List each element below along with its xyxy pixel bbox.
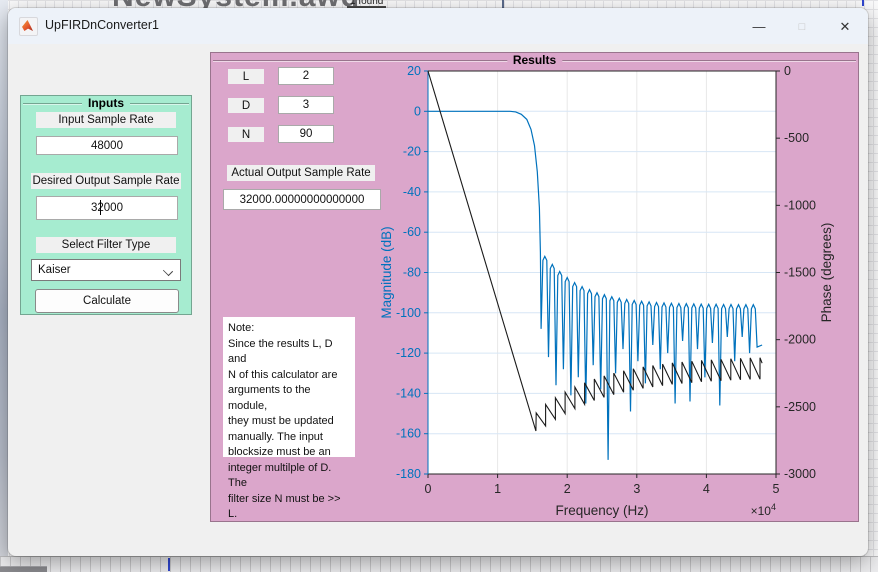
background-ruler-corner (0, 566, 47, 572)
desired-output-rate-field[interactable]: 32000 (36, 196, 178, 220)
x-tick-label: 5 (773, 482, 780, 496)
x-tick-label: 3 (633, 482, 640, 496)
input-sample-rate-field[interactable]: 48000 (36, 136, 178, 155)
right-tick-label: -2000 (784, 333, 816, 347)
matlab-icon (19, 17, 38, 36)
desired-output-rate-label: Desired Output Sample Rate (31, 173, 181, 189)
right-tick-label: 0 (784, 64, 791, 78)
x-axis-multiplier: ×104 (751, 502, 776, 518)
right-tick-label: -3000 (784, 467, 816, 481)
L-value-field[interactable]: 2 (278, 67, 334, 85)
left-tick-label: 20 (407, 64, 421, 78)
background-ruler (0, 556, 878, 572)
background-ruler-cursor-tick (168, 558, 170, 571)
filter-type-label: Select Filter Type (36, 237, 176, 253)
search-result-count: 1 found (347, 0, 386, 8)
filter-type-value: Kaiser (38, 264, 71, 276)
N-label: N (228, 127, 264, 142)
desired-output-rate-value: 32000 (91, 202, 123, 214)
inputs-panel-title: Inputs (82, 96, 130, 111)
chevron-down-icon (163, 266, 173, 276)
actual-output-rate-field[interactable]: 32000.00000000000000 (223, 189, 381, 210)
left-tick-label: -180 (396, 467, 421, 481)
titlebar[interactable]: UpFIRDnConverter1 — □ ✕ (8, 8, 868, 44)
L-label: L (228, 69, 264, 84)
left-tick-label: -100 (396, 306, 421, 320)
filter-type-dropdown[interactable]: Kaiser (31, 259, 181, 281)
left-tick-label: -80 (403, 266, 421, 280)
left-tick-label: -60 (403, 225, 421, 239)
right-tick-label: -1500 (784, 266, 816, 280)
window-title: UpFIRDnConverter1 (45, 18, 159, 32)
D-label: D (228, 98, 264, 113)
note-text: Note: Since the results L, D and N of th… (223, 317, 355, 457)
x-tick-label: 1 (494, 482, 501, 496)
left-tick-label: -160 (396, 427, 421, 441)
right-tick-label: -500 (784, 131, 809, 145)
background-window-edge (0, 0, 8, 571)
results-plot: 0 1 2 3 4 5 20 0 -20 -40 -60 -80 -100 -120 -140 -160 -18… (361, 57, 858, 519)
actual-output-rate-label: Actual Output Sample Rate (227, 165, 375, 181)
minimize-button[interactable]: — (746, 17, 772, 37)
text-caret (100, 200, 101, 215)
left-tick-label: -20 (403, 145, 421, 159)
left-tick-label: -120 (396, 346, 421, 360)
x-tick-label: 4 (703, 482, 710, 496)
x-axis-label: Frequency (Hz) (555, 503, 648, 518)
upfirdn-converter-window: UpFIRDnConverter1 — □ ✕ Inputs Input Sam… (8, 8, 868, 556)
left-tick-label: -140 (396, 386, 421, 400)
D-value-field[interactable]: 3 (278, 96, 334, 114)
results-panel: Results L 2 D 3 N 90 Actual Output Sampl… (210, 52, 859, 522)
right-axis-label: Phase (degrees) (819, 223, 834, 323)
calculate-button[interactable]: Calculate (35, 289, 179, 313)
input-sample-rate-label: Input Sample Rate (36, 112, 176, 128)
N-value-field[interactable]: 90 (278, 125, 334, 143)
left-tick-label: -40 (403, 185, 421, 199)
right-tick-label: -2500 (784, 400, 816, 414)
x-tick-label: 0 (425, 482, 432, 496)
maximize-button: □ (789, 17, 815, 37)
left-tick-label: 0 (414, 104, 421, 118)
left-axis-label: Magnitude (dB) (379, 226, 394, 318)
x-tick-label: 2 (564, 482, 571, 496)
results-panel-title: Results (507, 53, 562, 68)
background-blue-marker (862, 0, 864, 6)
close-button[interactable]: ✕ (832, 17, 858, 37)
inputs-panel: Inputs Input Sample Rate 48000 Desired O… (20, 95, 192, 315)
right-tick-label: -1000 (784, 198, 816, 212)
